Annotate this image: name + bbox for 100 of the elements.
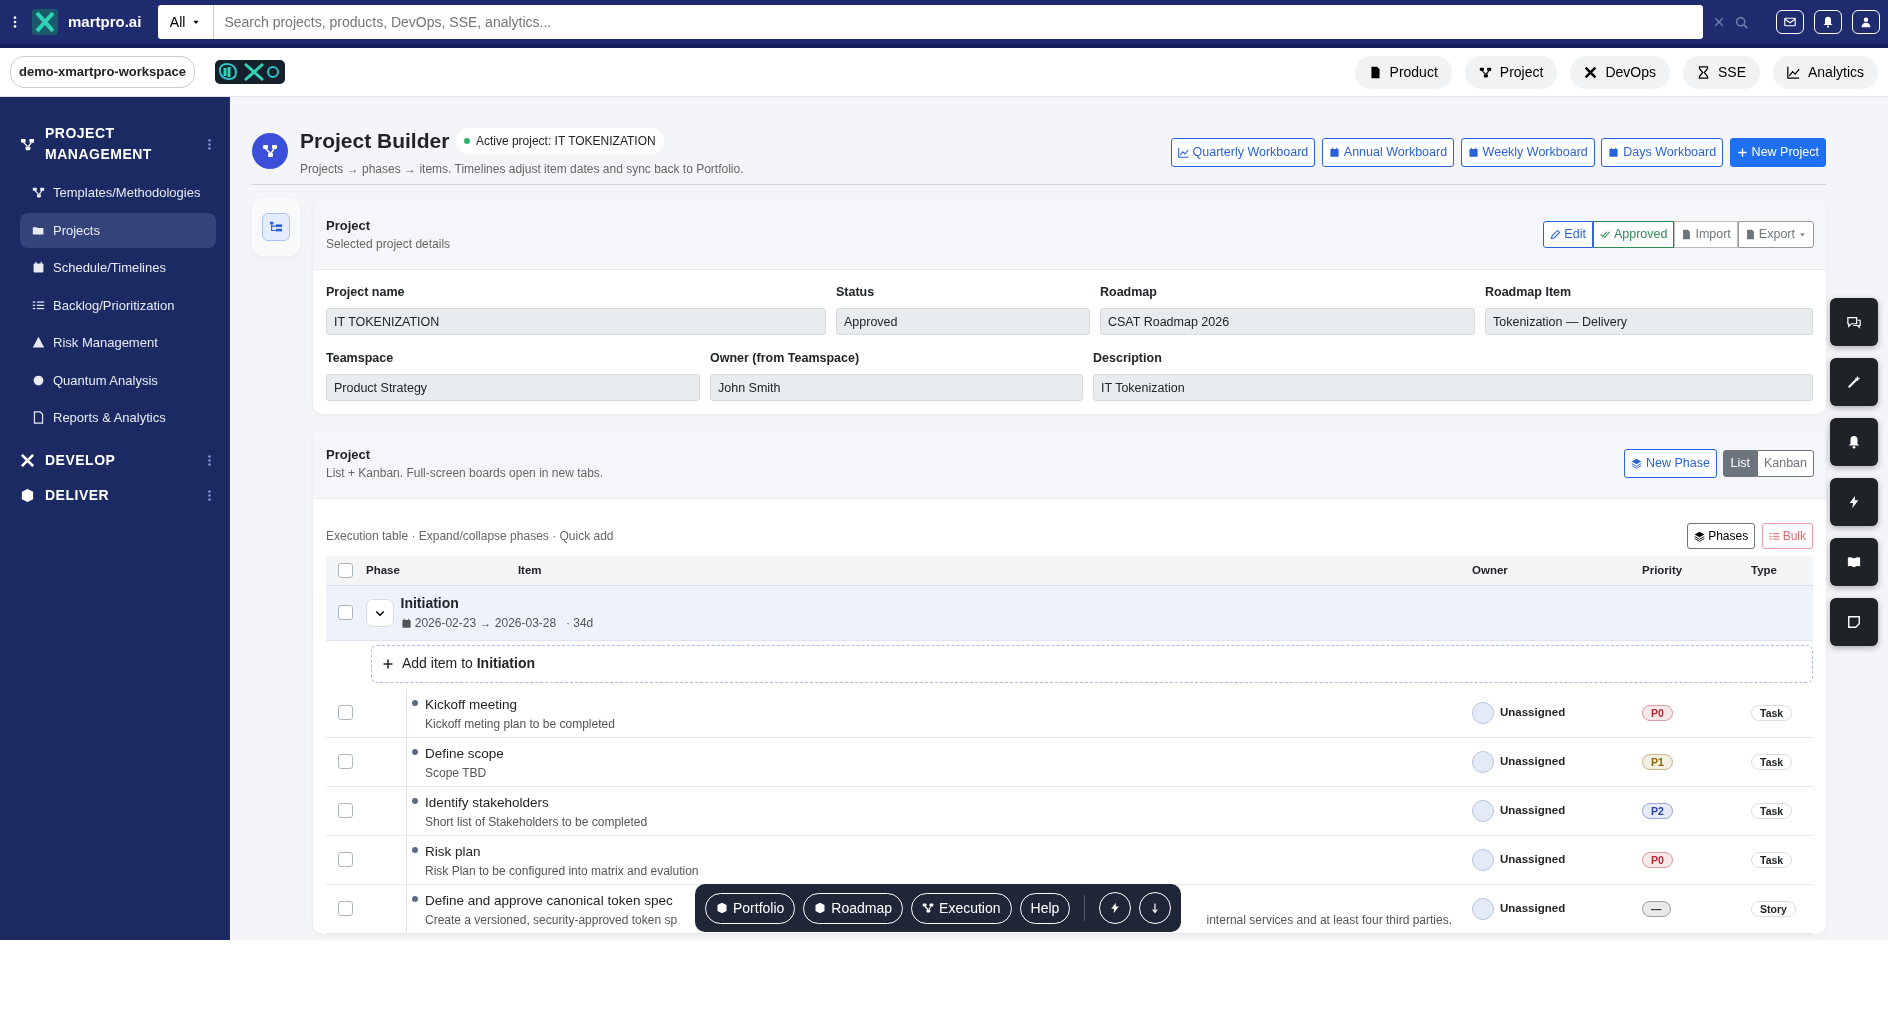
file-icon bbox=[1744, 229, 1756, 240]
sidebar-item[interactable]: Reports & Analytics bbox=[20, 400, 216, 436]
priority-tag: P2 bbox=[1642, 803, 1673, 819]
input-field[interactable]: John Smith bbox=[710, 373, 1083, 401]
clear-icon[interactable] bbox=[1713, 16, 1725, 28]
project-badge-icon bbox=[252, 133, 288, 169]
sidebar-item[interactable]: Templates/Methodologies bbox=[20, 175, 216, 211]
page-subtitle: Projects → phases → items. Timelines adjust item dates and sync back to Portfolio. bbox=[300, 160, 745, 178]
view-tab[interactable]: Kanban bbox=[1756, 450, 1814, 477]
export-button[interactable]: Export bbox=[1737, 221, 1814, 248]
sidebar-item[interactable]: Projects bbox=[20, 212, 216, 248]
sidebar-item[interactable]: Backlog/Prioritization bbox=[20, 287, 216, 323]
bolt-button[interactable] bbox=[1830, 478, 1878, 526]
scope-dropdown[interactable]: All bbox=[157, 5, 215, 39]
search-field[interactable]: Search projects, products, DevOps, SSE, analytics... bbox=[214, 5, 1703, 39]
field-label: Roadmap bbox=[1100, 284, 1158, 302]
owner-name: Unassigned bbox=[1500, 803, 1566, 819]
brand-name[interactable]: martpro.ai bbox=[68, 10, 142, 34]
bullet-icon bbox=[412, 895, 418, 902]
field-label: Teamspace bbox=[326, 350, 395, 367]
input-field[interactable]: IT Tokenization bbox=[1093, 373, 1813, 401]
edit-button[interactable]: Edit bbox=[1543, 221, 1593, 248]
card-title: Project bbox=[326, 445, 372, 464]
section-heading[interactable]: DEVELOP bbox=[45, 449, 193, 471]
bell-icon bbox=[1847, 435, 1861, 449]
bullet-icon bbox=[412, 699, 418, 706]
add-item-button[interactable]: Add item to Initiation bbox=[371, 644, 1813, 683]
module-tab[interactable]: SSE bbox=[1682, 55, 1760, 89]
avatar-icon bbox=[1472, 848, 1494, 871]
book-button[interactable] bbox=[1830, 538, 1878, 586]
owner-name: Unassigned bbox=[1500, 901, 1566, 917]
item-description: Kickoff meting plan to be completed bbox=[425, 716, 616, 733]
module-tab[interactable]: DevOps bbox=[1570, 55, 1670, 89]
user-button[interactable] bbox=[1852, 10, 1880, 34]
checkbox[interactable] bbox=[338, 852, 353, 868]
edit-icon bbox=[1550, 229, 1562, 240]
note-icon bbox=[1847, 615, 1861, 629]
priority-tag: P0 bbox=[1642, 852, 1673, 868]
search-icon[interactable] bbox=[1735, 15, 1748, 29]
input-field[interactable]: Tokenization — Delivery bbox=[1485, 308, 1813, 335]
item-title: Identify stakeholders bbox=[425, 793, 549, 812]
chat-button[interactable] bbox=[1830, 298, 1878, 346]
checkbox[interactable] bbox=[338, 803, 353, 819]
module-tab[interactable]: Product bbox=[1354, 55, 1452, 89]
module-tab[interactable]: Project bbox=[1464, 55, 1558, 89]
nodes-icon bbox=[20, 136, 35, 152]
section-heading[interactable]: DELIVER bbox=[45, 484, 193, 506]
tree-icon[interactable] bbox=[262, 212, 290, 241]
column-header: Item bbox=[517, 562, 542, 578]
chart-icon bbox=[1786, 65, 1800, 79]
input-field[interactable]: CSAT Roadmap 2026 bbox=[1100, 308, 1475, 335]
mail-icon bbox=[1784, 16, 1796, 28]
new-project-button[interactable]: New Project bbox=[1729, 138, 1826, 167]
input-field[interactable]: Product Strategy bbox=[326, 373, 700, 401]
checkbox[interactable] bbox=[338, 705, 353, 721]
item-description: internal services and at least four third parties. bbox=[1206, 912, 1452, 929]
workboard-button[interactable]: Quarterly Workboard bbox=[1170, 138, 1316, 167]
item-title: Define scope bbox=[425, 744, 504, 763]
bullet-icon bbox=[412, 748, 418, 755]
priority-tag: P1 bbox=[1642, 754, 1673, 770]
calendar-icon bbox=[32, 261, 45, 275]
wand-button[interactable] bbox=[1830, 358, 1878, 406]
note-button[interactable] bbox=[1830, 598, 1878, 646]
owner-name: Unassigned bbox=[1500, 705, 1566, 721]
type-tag: Task bbox=[1751, 705, 1793, 721]
checkbox[interactable] bbox=[338, 562, 353, 578]
phases-button[interactable]: Phases bbox=[1687, 523, 1756, 550]
book-icon bbox=[1847, 555, 1861, 569]
checkbox[interactable] bbox=[338, 901, 353, 917]
workboard-button[interactable]: Weekly Workboard bbox=[1460, 138, 1595, 167]
section-heading[interactable]: PROJECT MANAGEMENT bbox=[45, 123, 193, 165]
checkbox[interactable] bbox=[338, 754, 353, 770]
bullet-icon bbox=[412, 797, 418, 804]
checkbox[interactable] bbox=[338, 605, 353, 621]
sidebar-item[interactable]: Quantum Analysis bbox=[20, 362, 216, 398]
workspace-selector[interactable]: demo-xmartpro-workspace bbox=[10, 56, 195, 88]
plus-icon bbox=[382, 657, 394, 670]
input-field[interactable]: Approved bbox=[836, 308, 1090, 335]
notification-button[interactable] bbox=[1814, 10, 1842, 34]
item-description: Scope TBD bbox=[425, 765, 488, 782]
sidebar-item[interactable]: Schedule/Timelines bbox=[20, 250, 216, 286]
input-field[interactable]: IT TOKENIZATION bbox=[326, 308, 826, 335]
plus-icon bbox=[1736, 146, 1748, 158]
import-button[interactable]: Import bbox=[1674, 221, 1738, 248]
approved-button[interactable]: Approved bbox=[1592, 221, 1675, 248]
calendar-icon bbox=[400, 617, 412, 629]
view-tab[interactable]: List bbox=[1723, 450, 1757, 477]
bell-button[interactable] bbox=[1830, 418, 1878, 466]
avatar-icon bbox=[1472, 701, 1494, 724]
module-tab[interactable]: Analytics bbox=[1772, 55, 1878, 89]
sidebar-item[interactable]: Risk Management bbox=[20, 325, 216, 361]
workboard-button[interactable]: Annual Workboard bbox=[1321, 138, 1455, 167]
new-phase-button[interactable]: New Phase bbox=[1624, 449, 1717, 478]
workboard-button[interactable]: Days Workboard bbox=[1601, 138, 1724, 167]
mail-button[interactable] bbox=[1776, 10, 1804, 34]
avatar-icon bbox=[1472, 897, 1494, 920]
tools-icon bbox=[20, 452, 35, 468]
nodes-icon bbox=[1478, 65, 1492, 79]
calendar-icon bbox=[1328, 146, 1340, 158]
calendar-icon bbox=[1608, 146, 1620, 158]
